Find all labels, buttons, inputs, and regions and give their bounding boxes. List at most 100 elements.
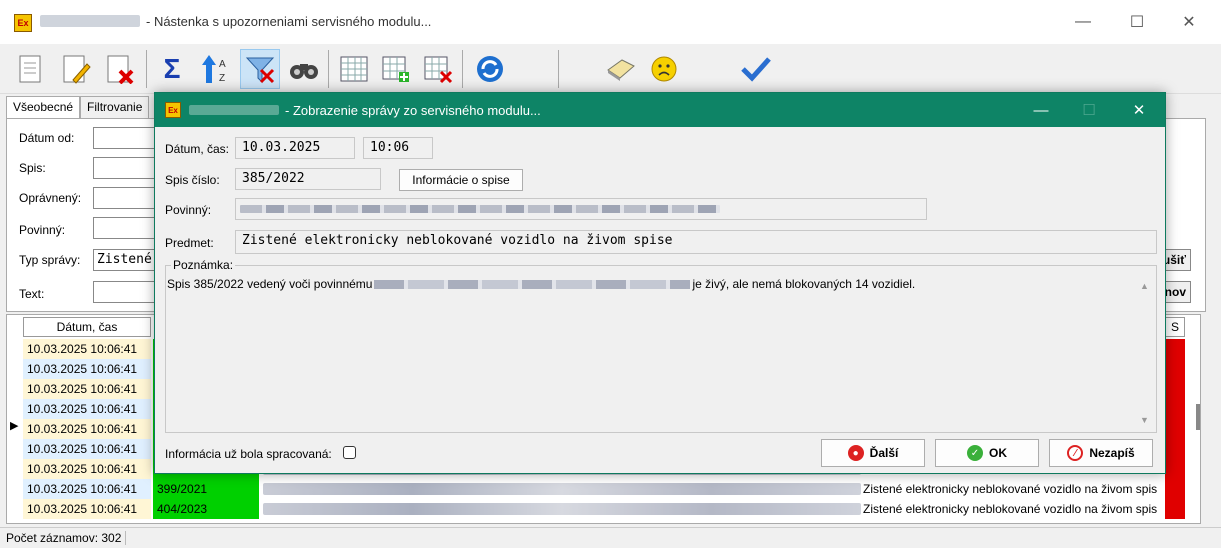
cell-date: 10.03.2025 10:06:41 bbox=[23, 479, 151, 499]
checkmark-icon: ✓ bbox=[967, 445, 983, 461]
delete-row-icon[interactable] bbox=[418, 49, 458, 89]
maximize-button[interactable]: ☐ bbox=[1114, 8, 1160, 36]
current-row-icon: ▶ bbox=[10, 420, 19, 432]
next-icon: ● bbox=[847, 445, 864, 461]
povinny-label: Povinný: bbox=[19, 223, 66, 237]
column-header-date[interactable]: Dátum, čas bbox=[23, 317, 151, 337]
note-text-end: je živý, ale nemá blokovaných 14 vozidie… bbox=[692, 277, 916, 291]
note-text-start: Spis 385/2022 vedený voči povinnému bbox=[167, 277, 373, 291]
check-icon[interactable] bbox=[736, 49, 776, 89]
redacted-name bbox=[240, 205, 720, 213]
time-field[interactable]: 10:06 bbox=[363, 137, 433, 159]
cell-status bbox=[1165, 339, 1185, 359]
cell-redacted bbox=[263, 483, 861, 495]
svg-text:A: A bbox=[219, 59, 226, 70]
table-row[interactable]: 10.03.2025 10:06:41 404/2023 Zistené elekt… bbox=[7, 499, 1200, 519]
filter-remove-icon[interactable] bbox=[240, 49, 280, 89]
sad-face-icon[interactable] bbox=[644, 49, 684, 89]
grid-scrollbar-thumb[interactable] bbox=[1196, 404, 1200, 430]
new-document-icon[interactable] bbox=[10, 49, 50, 89]
cell-date: 10.03.2025 10:06:41 bbox=[23, 499, 151, 519]
record-count: Počet záznamov: 302 bbox=[6, 531, 127, 545]
povinny-label: Povinný: bbox=[165, 203, 212, 217]
column-header-s[interactable]: S bbox=[1165, 317, 1185, 337]
next-button-label: Ďalší bbox=[869, 446, 899, 460]
cell-status bbox=[1165, 439, 1185, 459]
scroll-up-icon[interactable]: ▲ bbox=[1140, 281, 1149, 291]
close-button[interactable]: ✕ bbox=[1166, 8, 1212, 36]
ok-button[interactable]: ✓ OK bbox=[935, 439, 1039, 467]
status-bar: Počet záznamov: 302 bbox=[0, 527, 1221, 548]
message-dialog: Ex - Zobrazenie správy zo servisného mod… bbox=[154, 92, 1166, 474]
cell-date: 10.03.2025 10:06:41 bbox=[23, 399, 151, 419]
cell-date: 10.03.2025 10:06:41 bbox=[23, 459, 151, 479]
spis-input[interactable] bbox=[93, 157, 163, 179]
filter-tabs: Všeobecné Filtrovanie bbox=[6, 96, 150, 118]
window-title: - Nástenka s upozorneniami servisného mo… bbox=[146, 14, 432, 29]
grid-icon[interactable] bbox=[334, 49, 374, 89]
cell-status bbox=[1165, 359, 1185, 379]
opravneny-label: Oprávnený: bbox=[19, 191, 82, 205]
date-field[interactable]: 10.03.2025 bbox=[235, 137, 355, 159]
minimize-button[interactable]: — bbox=[1060, 8, 1106, 36]
predmet-label: Predmet: bbox=[165, 236, 214, 250]
predmet-field[interactable]: Zistené elektronicky neblokované vozidlo… bbox=[235, 230, 1157, 254]
cell-redacted bbox=[263, 503, 861, 515]
toolbar-separator bbox=[558, 50, 559, 88]
cell-status bbox=[1165, 419, 1185, 439]
redacted-name bbox=[374, 280, 691, 290]
dialog-titlebar: Ex - Zobrazenie správy zo servisného mod… bbox=[155, 93, 1165, 127]
sort-icon[interactable]: AZ bbox=[196, 49, 236, 89]
cell-status bbox=[1165, 499, 1185, 519]
edit-document-icon[interactable] bbox=[56, 49, 96, 89]
app-name-redacted bbox=[40, 15, 140, 27]
povinny-input[interactable] bbox=[93, 217, 163, 239]
date-from-label: Dátum od: bbox=[19, 131, 75, 145]
cell-date: 10.03.2025 10:06:41 bbox=[23, 439, 151, 459]
cell-date: 10.03.2025 10:06:41 bbox=[23, 339, 151, 359]
table-row[interactable]: 10.03.2025 10:06:41 399/2021 Zistené elekt… bbox=[7, 479, 1200, 499]
text-label: Text: bbox=[19, 287, 45, 301]
tab-filtrovanie[interactable]: Filtrovanie bbox=[80, 96, 150, 118]
eraser-icon[interactable] bbox=[600, 49, 640, 89]
toolbar-separator bbox=[462, 50, 463, 88]
sum-icon[interactable]: Σ bbox=[152, 49, 192, 89]
refresh-icon[interactable] bbox=[470, 49, 510, 89]
spis-info-button[interactable]: Informácie o spise bbox=[399, 169, 523, 191]
povinny-field[interactable] bbox=[235, 198, 927, 220]
tab-vseobecne[interactable]: Všeobecné bbox=[6, 96, 81, 118]
cell-date: 10.03.2025 10:06:41 bbox=[23, 419, 151, 439]
forbidden-icon: ⁄ bbox=[1067, 445, 1084, 461]
add-row-icon[interactable] bbox=[376, 49, 416, 89]
app-logo-icon: Ex bbox=[165, 102, 181, 118]
spis-label: Spis: bbox=[19, 161, 46, 175]
next-button[interactable]: ● Ďalší bbox=[821, 439, 925, 467]
toolbar: Σ AZ bbox=[0, 44, 1221, 94]
cell-date: 10.03.2025 10:06:41 bbox=[23, 359, 151, 379]
cell-status bbox=[1165, 379, 1185, 399]
cell-status bbox=[1165, 479, 1185, 499]
dialog-minimize-button[interactable]: — bbox=[1021, 97, 1061, 123]
dialog-close-button[interactable]: ✕ bbox=[1119, 97, 1159, 123]
app-name-redacted bbox=[189, 105, 279, 115]
delete-document-icon[interactable] bbox=[100, 49, 140, 89]
date-from-input[interactable] bbox=[93, 127, 163, 149]
text-input[interactable] bbox=[93, 281, 163, 303]
cell-status bbox=[1165, 459, 1185, 479]
scroll-down-icon[interactable]: ▼ bbox=[1140, 415, 1149, 425]
cell-text: Zistené elektronicky neblokované vozidlo… bbox=[863, 482, 1158, 496]
cancel-button[interactable]: ⁄ Nezapíš bbox=[1049, 439, 1153, 467]
note-label: Poznámka: bbox=[171, 258, 236, 272]
cell-status bbox=[1165, 399, 1185, 419]
note-text: Spis 385/2022 vedený voči povinnému je ži… bbox=[167, 277, 915, 291]
binoculars-icon[interactable] bbox=[284, 49, 324, 89]
cell-text: Zistené elektronicky neblokované vozidlo… bbox=[863, 502, 1158, 516]
typ-spravy-label: Typ správy: bbox=[19, 253, 81, 267]
processed-checkbox[interactable] bbox=[343, 446, 356, 459]
typ-spravy-input[interactable]: Zistené bbox=[93, 249, 163, 271]
toolbar-separator bbox=[146, 50, 147, 88]
cell-date: 10.03.2025 10:06:41 bbox=[23, 379, 151, 399]
opravneny-input[interactable] bbox=[93, 187, 163, 209]
spis-number-field[interactable]: 385/2022 bbox=[235, 168, 381, 190]
dialog-title: - Zobrazenie správy zo servisného modulu… bbox=[285, 103, 541, 118]
